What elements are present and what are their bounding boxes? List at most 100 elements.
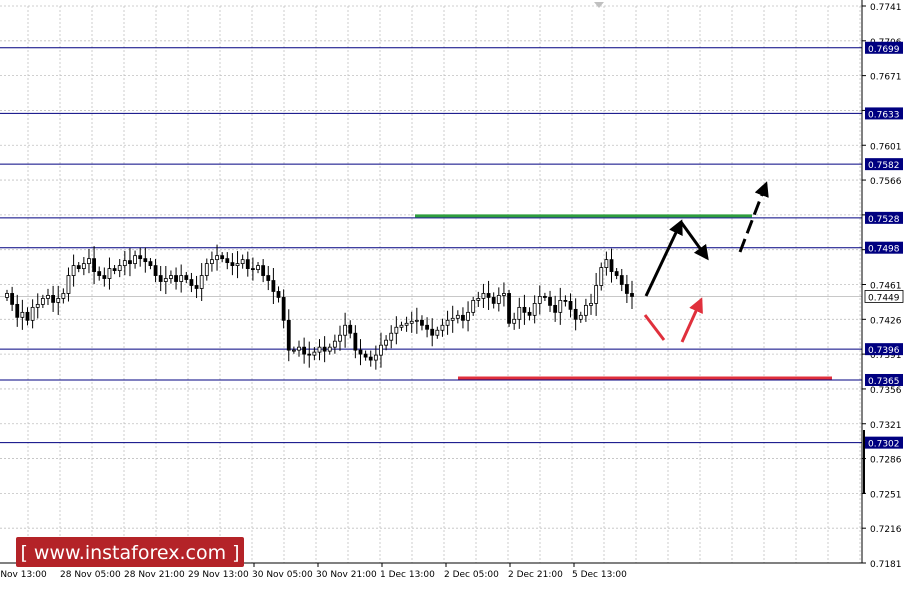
candle-body	[184, 275, 189, 280]
x-tick-label: 2 Dec 05:00	[444, 570, 499, 580]
y-tick-label: 0.7181	[870, 560, 902, 570]
candle-body	[373, 354, 378, 361]
candle-body	[507, 293, 511, 324]
candle-body	[394, 326, 399, 334]
y-tick-label: 0.7461	[870, 282, 902, 292]
candle-body	[450, 317, 455, 321]
candle-body	[210, 259, 214, 265]
candle-body	[445, 319, 450, 326]
candle-body	[235, 263, 240, 267]
candle-body	[338, 334, 342, 342]
candle-body	[5, 293, 9, 298]
candle-body	[430, 328, 435, 336]
x-tick-label: 25 Nov 13:00	[0, 570, 47, 580]
candle-body	[537, 296, 542, 304]
candle-body	[143, 258, 148, 263]
y-tick-label: 0.7356	[870, 386, 902, 396]
candle-body	[496, 295, 501, 304]
candle-body	[163, 278, 168, 282]
candle-body	[25, 311, 30, 321]
level-label: 0.7633	[868, 110, 900, 120]
candle-body	[624, 284, 629, 294]
candle-body	[389, 332, 394, 341]
y-tick-label: 0.7741	[870, 3, 902, 13]
level-label: 0.7365	[868, 377, 900, 387]
level-label: 0.7699	[868, 45, 900, 55]
candle-body	[527, 311, 532, 316]
candle-body	[291, 349, 296, 352]
candle-body	[558, 300, 563, 313]
candle-body	[466, 311, 470, 321]
candle-body	[261, 265, 266, 276]
candle-body	[573, 308, 578, 320]
y-tick-label: 0.7566	[870, 177, 902, 187]
candle-body	[317, 346, 322, 353]
candle-body	[133, 255, 137, 265]
candle-body	[215, 255, 219, 261]
candle-body	[481, 293, 486, 299]
candle-body	[230, 262, 235, 267]
candle-body	[486, 293, 491, 298]
candle-body	[332, 340, 337, 348]
candle-body	[199, 275, 204, 289]
x-tick-label: 28 Nov 21:00	[124, 570, 185, 580]
candle-body	[66, 275, 71, 294]
candle-body	[138, 255, 143, 260]
candle-body	[343, 324, 348, 336]
candle-body	[368, 356, 373, 361]
candle-body	[609, 259, 614, 272]
y-tick-label: 0.7671	[870, 73, 902, 83]
candle-body	[532, 302, 537, 316]
candle-body	[225, 258, 230, 264]
candle-body	[286, 319, 291, 351]
candle-body	[256, 265, 260, 270]
candle-body	[568, 301, 573, 310]
candle-body	[204, 263, 209, 276]
candle-body	[563, 300, 568, 302]
candle-body	[61, 293, 66, 299]
candle-body	[71, 265, 76, 276]
y-tick-label: 0.7321	[870, 421, 902, 431]
y-tick-label: 0.7426	[870, 316, 902, 326]
forex-chart: 0.77410.77060.76710.76360.76010.75660.75…	[0, 0, 906, 585]
candle-body	[604, 259, 609, 268]
candle-body	[97, 271, 102, 276]
candle-body	[158, 275, 163, 282]
candle-body	[51, 295, 56, 303]
candle-body	[107, 268, 112, 279]
candle-body	[76, 265, 81, 269]
candle-body	[420, 319, 424, 326]
candle-body	[112, 268, 117, 271]
candle-body	[87, 258, 91, 265]
candle-body	[491, 297, 496, 304]
candle-body	[589, 302, 593, 306]
candle-body	[40, 298, 45, 305]
candle-body	[522, 306, 527, 313]
candle-body	[599, 267, 604, 286]
instaforex-watermark: [ www.instaforex.com ]	[16, 537, 244, 567]
candle-body	[553, 304, 558, 313]
candle-body	[543, 296, 547, 298]
current-price-label: 0.7449	[868, 293, 900, 303]
candle-body	[471, 300, 476, 313]
candle-body	[630, 293, 634, 297]
candle-body	[189, 279, 194, 286]
candle-body	[425, 324, 429, 330]
candle-body	[327, 346, 332, 352]
x-tick-label: 30 Nov 21:00	[316, 570, 377, 580]
candle-body	[455, 314, 460, 319]
candle-body	[117, 265, 122, 271]
candle-body	[384, 339, 388, 346]
candle-body	[271, 280, 276, 292]
candle-body	[322, 346, 327, 352]
candle-body	[35, 303, 40, 308]
level-label: 0.7498	[868, 245, 900, 255]
y-tick-label: 0.7286	[870, 456, 902, 466]
candle-body	[276, 291, 281, 298]
candle-body	[297, 346, 301, 351]
x-tick-label: 28 Nov 05:00	[60, 570, 121, 580]
level-label: 0.7528	[868, 215, 900, 225]
watermark-text: [ www.instaforex.com ]	[20, 542, 239, 564]
candle-body	[614, 271, 619, 276]
candle-body	[435, 329, 440, 336]
